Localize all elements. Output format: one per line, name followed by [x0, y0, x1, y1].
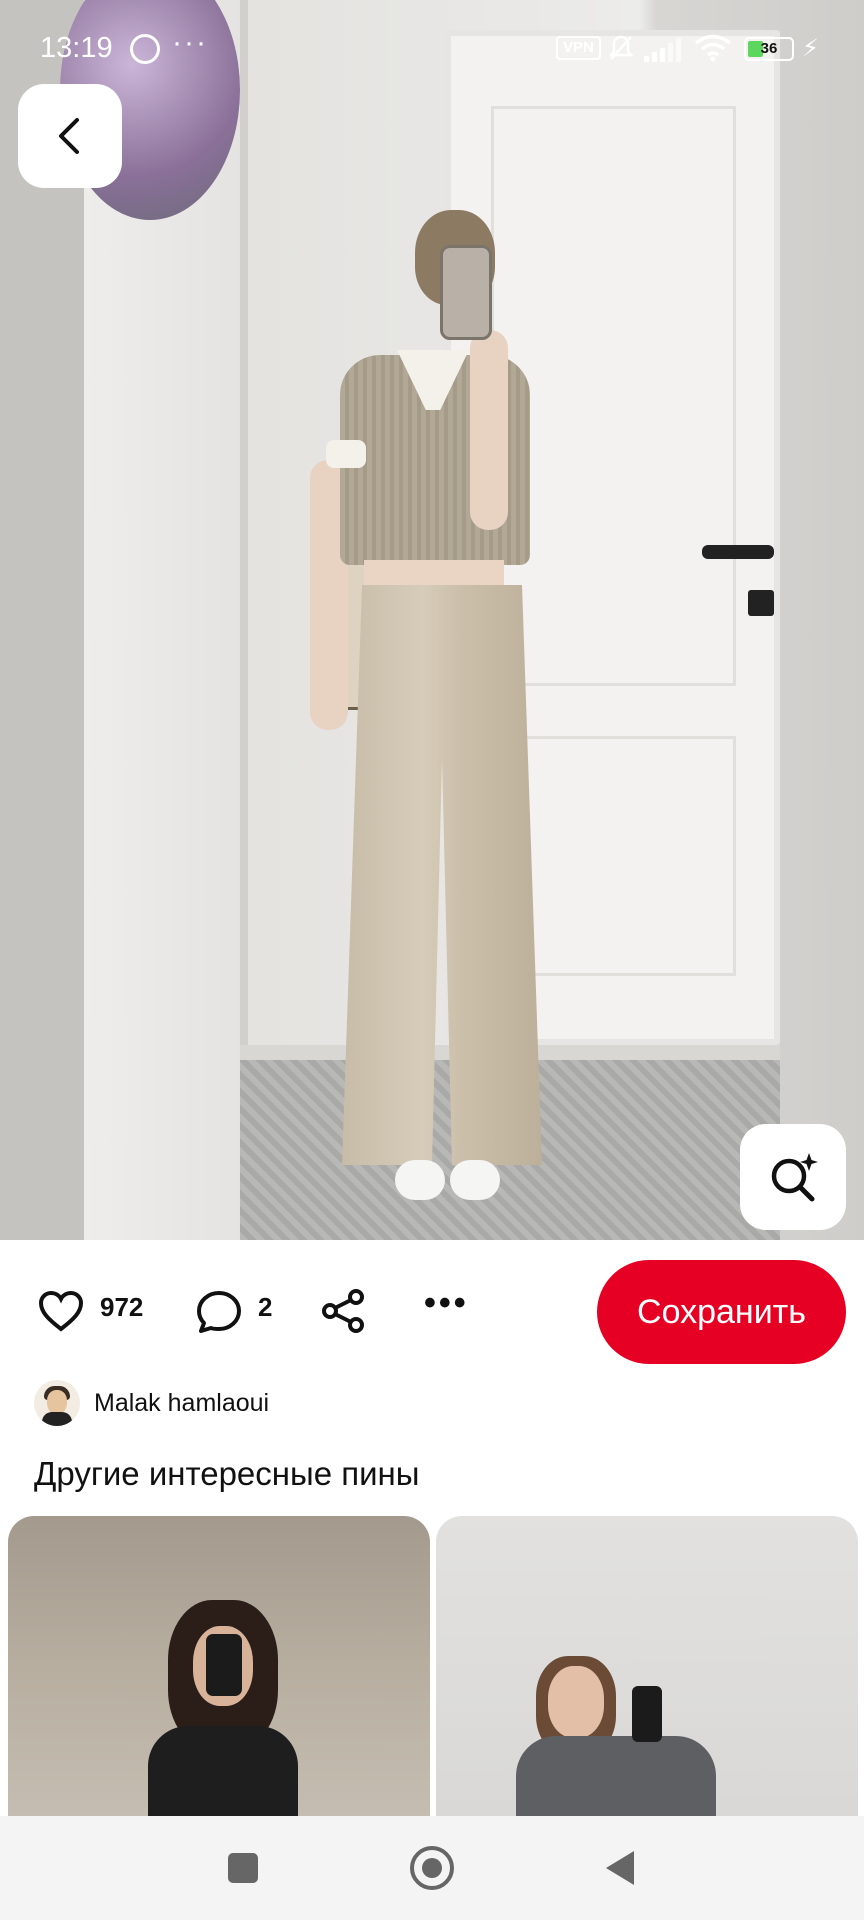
door-lock: [748, 590, 774, 616]
whatsapp-icon: [130, 34, 160, 64]
back-icon[interactable]: [606, 1851, 634, 1885]
author-row[interactable]: Malak hamlaoui: [34, 1378, 269, 1428]
person-figure: [280, 200, 590, 1210]
chevron-left-icon: [59, 118, 79, 154]
avatar[interactable]: [34, 1380, 80, 1426]
system-nav-bar: [0, 1816, 864, 1920]
likes-count: 972: [100, 1292, 144, 1322]
more-options-icon[interactable]: •••: [424, 1284, 469, 1323]
vpn-icon: VPN: [556, 36, 601, 60]
visual-search-button[interactable]: [740, 1124, 846, 1230]
charging-bolt-icon: ⚡: [802, 35, 819, 62]
pin-action-bar: 972 2 ••• Сохранить: [0, 1240, 864, 1380]
related-pin-card[interactable]: [8, 1516, 430, 1816]
back-button[interactable]: [18, 84, 122, 188]
related-pins-title: Другие интересные пины: [34, 1455, 420, 1492]
wifi-icon: [694, 34, 732, 62]
home-icon[interactable]: [410, 1846, 454, 1890]
mute-bell-icon: [608, 34, 634, 62]
related-pin-card[interactable]: [436, 1516, 858, 1816]
heart-icon[interactable]: [38, 1290, 84, 1332]
recent-apps-icon[interactable]: [228, 1853, 258, 1883]
author-name[interactable]: Malak hamlaoui: [94, 1389, 269, 1418]
status-time: 13:19: [40, 32, 113, 64]
comments-count: 2: [258, 1292, 273, 1322]
comment-icon[interactable]: [196, 1290, 242, 1334]
status-bar: 13:19 ··· VPN 36 ⚡: [0, 0, 864, 96]
door-handle: [702, 545, 774, 559]
sparkle-search-icon: [771, 1153, 818, 1202]
more-dots-icon: ···: [172, 26, 208, 59]
pin-image[interactable]: [0, 0, 864, 1240]
signal-icon: [644, 38, 684, 62]
battery-icon: 36: [744, 37, 794, 61]
battery-percent: 36: [760, 40, 778, 57]
share-icon[interactable]: [320, 1288, 366, 1334]
save-button[interactable]: Сохранить: [597, 1260, 846, 1364]
